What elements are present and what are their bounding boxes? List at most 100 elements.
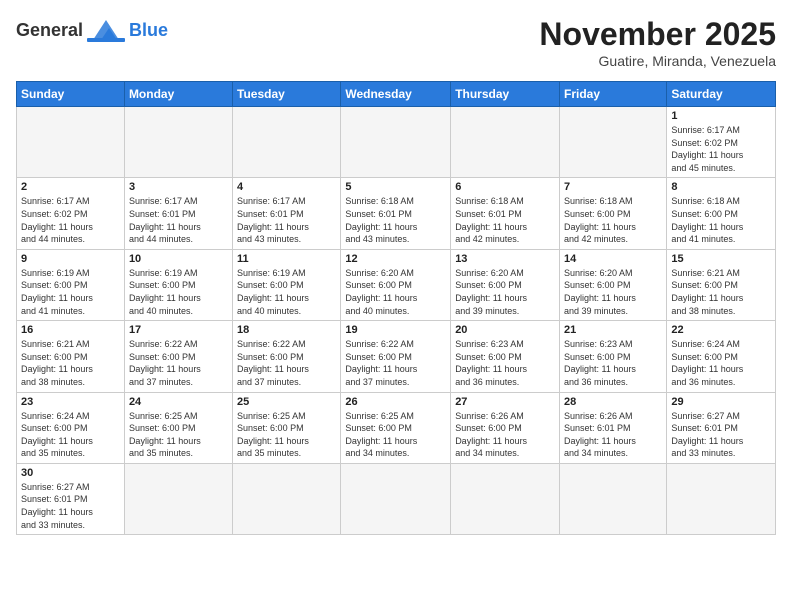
calendar-cell: 6 Sunrise: 6:18 AM Sunset: 6:01 PM Daylig… bbox=[451, 178, 560, 249]
day-info: Sunrise: 6:27 AM Sunset: 6:01 PM Dayligh… bbox=[671, 410, 771, 460]
day-number: 20 bbox=[455, 324, 555, 336]
day-number: 2 bbox=[21, 181, 120, 193]
calendar-cell bbox=[233, 463, 341, 534]
calendar-cell: 3 Sunrise: 6:17 AM Sunset: 6:01 PM Daylig… bbox=[124, 178, 232, 249]
day-number: 7 bbox=[564, 181, 662, 193]
day-info: Sunrise: 6:23 AM Sunset: 6:00 PM Dayligh… bbox=[564, 338, 662, 388]
logo-area: General Blue bbox=[16, 16, 168, 44]
calendar-week-row: 16 Sunrise: 6:21 AM Sunset: 6:00 PM Dayli… bbox=[17, 321, 776, 392]
day-number: 22 bbox=[671, 324, 771, 336]
calendar-cell bbox=[124, 463, 232, 534]
day-number: 27 bbox=[455, 396, 555, 408]
day-info: Sunrise: 6:21 AM Sunset: 6:00 PM Dayligh… bbox=[671, 267, 771, 317]
day-number: 19 bbox=[345, 324, 446, 336]
day-number: 12 bbox=[345, 253, 446, 265]
calendar-cell: 26 Sunrise: 6:25 AM Sunset: 6:00 PM Dayli… bbox=[341, 392, 451, 463]
logo-icon bbox=[87, 16, 125, 44]
col-monday: Monday bbox=[124, 82, 232, 107]
col-tuesday: Tuesday bbox=[233, 82, 341, 107]
location: Guatire, Miranda, Venezuela bbox=[539, 53, 776, 69]
col-wednesday: Wednesday bbox=[341, 82, 451, 107]
day-number: 4 bbox=[237, 181, 336, 193]
calendar-week-row: 1 Sunrise: 6:17 AM Sunset: 6:02 PM Daylig… bbox=[17, 107, 776, 178]
day-number: 24 bbox=[129, 396, 228, 408]
logo-general-text: General bbox=[16, 20, 83, 41]
calendar-cell: 4Sunrise: 6:17 AM Sunset: 6:01 PM Daylig… bbox=[233, 178, 341, 249]
day-info: Sunrise: 6:17 AM Sunset: 6:02 PM Dayligh… bbox=[671, 124, 771, 174]
calendar-cell bbox=[341, 463, 451, 534]
day-info: Sunrise: 6:17 AM Sunset: 6:02 PM Dayligh… bbox=[21, 195, 120, 245]
day-info: Sunrise: 6:22 AM Sunset: 6:00 PM Dayligh… bbox=[345, 338, 446, 388]
day-info: Sunrise: 6:27 AM Sunset: 6:01 PM Dayligh… bbox=[21, 481, 120, 531]
day-number: 15 bbox=[671, 253, 771, 265]
day-info: Sunrise: 6:18 AM Sunset: 6:00 PM Dayligh… bbox=[671, 195, 771, 245]
col-saturday: Saturday bbox=[667, 82, 776, 107]
day-number: 17 bbox=[129, 324, 228, 336]
day-info: Sunrise: 6:26 AM Sunset: 6:01 PM Dayligh… bbox=[564, 410, 662, 460]
day-info: Sunrise: 6:20 AM Sunset: 6:00 PM Dayligh… bbox=[455, 267, 555, 317]
calendar-cell: 1 Sunrise: 6:17 AM Sunset: 6:02 PM Daylig… bbox=[667, 107, 776, 178]
calendar-cell: 18Sunrise: 6:22 AM Sunset: 6:00 PM Dayli… bbox=[233, 321, 341, 392]
calendar-cell: 28Sunrise: 6:26 AM Sunset: 6:01 PM Dayli… bbox=[560, 392, 667, 463]
day-number: 25 bbox=[237, 396, 336, 408]
day-info: Sunrise: 6:18 AM Sunset: 6:01 PM Dayligh… bbox=[455, 195, 555, 245]
day-info: Sunrise: 6:22 AM Sunset: 6:00 PM Dayligh… bbox=[129, 338, 228, 388]
calendar-cell bbox=[341, 107, 451, 178]
calendar-cell: 30Sunrise: 6:27 AM Sunset: 6:01 PM Dayli… bbox=[17, 463, 125, 534]
day-number: 8 bbox=[671, 181, 771, 193]
day-number: 9 bbox=[21, 253, 120, 265]
calendar-week-row: 23 Sunrise: 6:24 AM Sunset: 6:00 PM Dayli… bbox=[17, 392, 776, 463]
day-info: Sunrise: 6:25 AM Sunset: 6:00 PM Dayligh… bbox=[237, 410, 336, 460]
day-number: 10 bbox=[129, 253, 228, 265]
col-thursday: Thursday bbox=[451, 82, 560, 107]
page-header: General Blue November 2025 Guatire, Mira… bbox=[16, 16, 776, 69]
calendar-cell: 11Sunrise: 6:19 AM Sunset: 6:00 PM Dayli… bbox=[233, 249, 341, 320]
day-number: 13 bbox=[455, 253, 555, 265]
calendar-cell: 27 Sunrise: 6:26 AM Sunset: 6:00 PM Dayli… bbox=[451, 392, 560, 463]
day-info: Sunrise: 6:26 AM Sunset: 6:00 PM Dayligh… bbox=[455, 410, 555, 460]
day-info: Sunrise: 6:19 AM Sunset: 6:00 PM Dayligh… bbox=[129, 267, 228, 317]
calendar-cell: 23 Sunrise: 6:24 AM Sunset: 6:00 PM Dayli… bbox=[17, 392, 125, 463]
day-info: Sunrise: 6:21 AM Sunset: 6:00 PM Dayligh… bbox=[21, 338, 120, 388]
day-number: 26 bbox=[345, 396, 446, 408]
day-number: 18 bbox=[237, 324, 336, 336]
day-number: 1 bbox=[671, 110, 771, 122]
day-info: Sunrise: 6:24 AM Sunset: 6:00 PM Dayligh… bbox=[21, 410, 120, 460]
calendar-table: Sunday Monday Tuesday Wednesday Thursday… bbox=[16, 81, 776, 535]
day-info: Sunrise: 6:19 AM Sunset: 6:00 PM Dayligh… bbox=[21, 267, 120, 317]
calendar-cell: 25 Sunrise: 6:25 AM Sunset: 6:00 PM Dayli… bbox=[233, 392, 341, 463]
day-number: 11 bbox=[237, 253, 336, 265]
calendar-cell bbox=[233, 107, 341, 178]
day-info: Sunrise: 6:25 AM Sunset: 6:00 PM Dayligh… bbox=[345, 410, 446, 460]
calendar-cell: 12 Sunrise: 6:20 AM Sunset: 6:00 PM Dayli… bbox=[341, 249, 451, 320]
day-info: Sunrise: 6:20 AM Sunset: 6:00 PM Dayligh… bbox=[564, 267, 662, 317]
calendar-cell bbox=[124, 107, 232, 178]
col-friday: Friday bbox=[560, 82, 667, 107]
day-number: 23 bbox=[21, 396, 120, 408]
calendar-cell bbox=[451, 463, 560, 534]
day-number: 16 bbox=[21, 324, 120, 336]
calendar-cell: 16 Sunrise: 6:21 AM Sunset: 6:00 PM Dayli… bbox=[17, 321, 125, 392]
day-info: Sunrise: 6:17 AM Sunset: 6:01 PM Dayligh… bbox=[129, 195, 228, 245]
calendar-cell: 2 Sunrise: 6:17 AM Sunset: 6:02 PM Daylig… bbox=[17, 178, 125, 249]
calendar-cell: 19 Sunrise: 6:22 AM Sunset: 6:00 PM Dayli… bbox=[341, 321, 451, 392]
calendar-cell: 8 Sunrise: 6:18 AM Sunset: 6:00 PM Daylig… bbox=[667, 178, 776, 249]
calendar-cell: 13 Sunrise: 6:20 AM Sunset: 6:00 PM Dayli… bbox=[451, 249, 560, 320]
day-number: 3 bbox=[129, 181, 228, 193]
day-number: 6 bbox=[455, 181, 555, 193]
calendar-week-row: 9 Sunrise: 6:19 AM Sunset: 6:00 PM Daylig… bbox=[17, 249, 776, 320]
day-info: Sunrise: 6:23 AM Sunset: 6:00 PM Dayligh… bbox=[455, 338, 555, 388]
calendar-cell: 20 Sunrise: 6:23 AM Sunset: 6:00 PM Dayli… bbox=[451, 321, 560, 392]
calendar-cell: 17 Sunrise: 6:22 AM Sunset: 6:00 PM Dayli… bbox=[124, 321, 232, 392]
calendar-cell: 29 Sunrise: 6:27 AM Sunset: 6:01 PM Dayli… bbox=[667, 392, 776, 463]
day-info: Sunrise: 6:25 AM Sunset: 6:00 PM Dayligh… bbox=[129, 410, 228, 460]
day-number: 29 bbox=[671, 396, 771, 408]
day-info: Sunrise: 6:20 AM Sunset: 6:00 PM Dayligh… bbox=[345, 267, 446, 317]
day-info: Sunrise: 6:18 AM Sunset: 6:01 PM Dayligh… bbox=[345, 195, 446, 245]
logo-blue-text: Blue bbox=[129, 20, 168, 41]
calendar-cell bbox=[667, 463, 776, 534]
day-number: 5 bbox=[345, 181, 446, 193]
day-number: 21 bbox=[564, 324, 662, 336]
calendar-cell: 22Sunrise: 6:24 AM Sunset: 6:00 PM Dayli… bbox=[667, 321, 776, 392]
calendar-week-row: 2 Sunrise: 6:17 AM Sunset: 6:02 PM Daylig… bbox=[17, 178, 776, 249]
